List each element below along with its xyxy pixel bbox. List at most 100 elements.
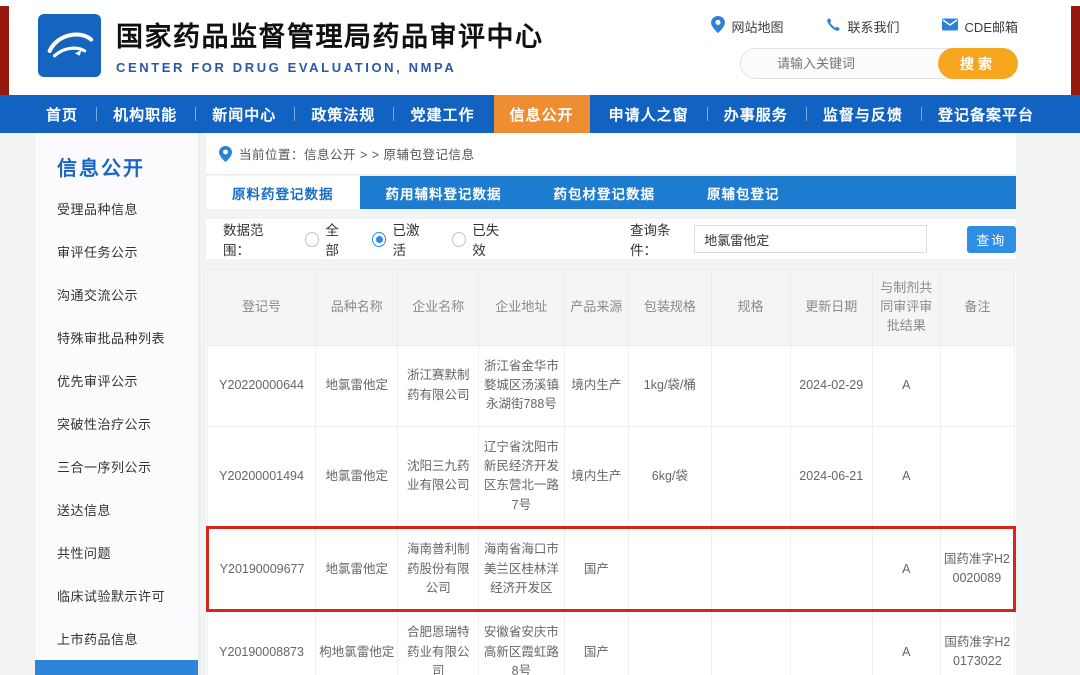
sidebar-items: 受理品种信息审评任务公示沟通交流公示特殊审批品种列表优先审评公示突破性治疗公示三…	[35, 187, 198, 675]
table-cell: 2024-02-29	[790, 345, 872, 426]
site-title: 国家药品监督管理局药品审评中心	[116, 15, 544, 54]
mail-icon	[942, 18, 958, 34]
scope-radio-group: 全部已激活已失效	[305, 219, 510, 259]
tab[interactable]: 药用辅料登记数据	[360, 176, 528, 209]
scope-radio[interactable]: 已失效	[452, 219, 510, 259]
sidebar-item[interactable]: 特殊审批品种列表	[35, 316, 198, 359]
table-cell	[711, 345, 790, 426]
sidebar-item[interactable]: 受理品种信息	[35, 187, 198, 230]
main-panel: 当前位置：信息公开 > > 原辅包登记信息 原料药登记数据药用辅料登记数据药包材…	[206, 133, 1016, 675]
table-cell: 沈阳三九药业有限公司	[398, 426, 479, 528]
tab-bar: 原料药登记数据药用辅料登记数据药包材登记数据原辅包登记	[206, 176, 1016, 209]
sidebar-item[interactable]: 突破性治疗公示	[35, 402, 198, 445]
sidebar-item[interactable]: 沟通交流公示	[35, 273, 198, 316]
table-row[interactable]: Y20190009677地氯雷他定海南普利制药股份有限公司海南省海口市美兰区桂林…	[208, 528, 1015, 611]
table-cell: 境内生产	[564, 426, 629, 528]
table-cell: Y20220000644	[208, 345, 316, 426]
table-cell: 辽宁省沈阳市新民经济开发区东营北一路7号	[479, 426, 565, 528]
table-cell: 1kg/袋/桶	[629, 345, 711, 426]
table-cell	[711, 611, 790, 675]
sidebar-item[interactable]: 优先审评公示	[35, 359, 198, 402]
table-cell: 国药准字H20173022	[940, 611, 1014, 675]
nav-item[interactable]: 监督与反馈	[807, 95, 919, 133]
sidebar-item[interactable]: 送达信息	[35, 488, 198, 531]
table-cell	[711, 528, 790, 611]
nav-item[interactable]: 申请人之窗	[593, 95, 705, 133]
search-button[interactable]: 搜索	[938, 48, 1018, 79]
top-links: 网站地图 联系我们 CDE邮箱	[711, 16, 1018, 36]
table-cell: 安徽省安庆市高新区霞虹路8号	[479, 611, 565, 675]
table-row[interactable]: Y20190008873枸地氯雷他定合肥恩瑞特药业有限公司安徽省安庆市高新区霞虹…	[208, 611, 1015, 675]
phone-icon	[826, 17, 841, 35]
sidebar-item[interactable]: 共性问题	[35, 531, 198, 574]
nav-item[interactable]: 首页	[30, 95, 94, 133]
results-table: 登记号品种名称企业名称企业地址产品来源包装规格规格更新日期与制剂共同审评审批结果…	[206, 269, 1016, 675]
table-cell: 海南省海口市美兰区桂林洋经济开发区	[479, 528, 565, 611]
top-link-phone[interactable]: 联系我们	[826, 16, 900, 36]
nav-item[interactable]: 办事服务	[708, 95, 804, 133]
table-cell: A	[872, 345, 940, 426]
table-cell: 国产	[564, 611, 629, 675]
left-edge-strip	[0, 6, 9, 95]
column-header: 登记号	[208, 270, 316, 346]
top-link-map-pin[interactable]: 网站地图	[711, 16, 784, 36]
table-cell: 合肥恩瑞特药业有限公司	[398, 611, 479, 675]
sidebar-item[interactable]: 临床试验默示许可	[35, 574, 198, 617]
sidebar-item[interactable]: 三合一序列公示	[35, 445, 198, 488]
column-header: 备注	[940, 270, 1014, 346]
radio-circle-icon	[452, 232, 466, 247]
nav-item[interactable]: 登记备案平台	[922, 95, 1050, 133]
sidebar-item[interactable]: 审评任务公示	[35, 230, 198, 273]
table-cell	[629, 528, 711, 611]
fish-swoosh-icon	[44, 20, 96, 72]
table-cell	[940, 426, 1014, 528]
map-pin-icon	[711, 16, 725, 36]
results-table-block: 登记号品种名称企业名称企业地址产品来源包装规格规格更新日期与制剂共同审评审批结果…	[206, 269, 1016, 675]
nav-item[interactable]: 信息公开	[494, 95, 590, 133]
table-cell: 6kg/袋	[629, 426, 711, 528]
top-link-mail[interactable]: CDE邮箱	[942, 16, 1018, 36]
table-cell: 地氯雷他定	[316, 528, 398, 611]
sidebar-item[interactable]: 上市药品信息	[35, 617, 198, 660]
table-cell	[790, 528, 872, 611]
query-input[interactable]	[694, 225, 926, 253]
site-header: 国家药品监督管理局药品审评中心 CENTER FOR DRUG EVALUATI…	[0, 0, 1080, 95]
nav-item[interactable]: 党建工作	[394, 95, 490, 133]
site-subtitle: CENTER FOR DRUG EVALUATION, NMPA	[116, 60, 544, 75]
table-row[interactable]: Y20200001494地氯雷他定沈阳三九药业有限公司辽宁省沈阳市新民经济开发区…	[208, 426, 1015, 528]
table-cell: A	[872, 426, 940, 528]
table-cell	[711, 426, 790, 528]
scope-label: 数据范围：	[223, 219, 287, 259]
cde-logo	[38, 14, 101, 77]
nav-item[interactable]: 新闻中心	[196, 95, 292, 133]
breadcrumb-text: 当前位置：信息公开 > > 原辅包登记信息	[239, 144, 475, 163]
breadcrumb: 当前位置：信息公开 > > 原辅包登记信息	[206, 133, 1016, 175]
table-cell	[629, 611, 711, 675]
tab[interactable]: 原辅包登记	[681, 176, 806, 209]
table-cell: 国药准字H20020089	[940, 528, 1014, 611]
tab[interactable]: 药包材登记数据	[528, 176, 682, 209]
table-header-row: 登记号品种名称企业名称企业地址产品来源包装规格规格更新日期与制剂共同审评审批结果…	[208, 270, 1015, 346]
table-cell: 地氯雷他定	[316, 426, 398, 528]
table-cell: Y20200001494	[208, 426, 316, 528]
nav-item[interactable]: 机构职能	[97, 95, 193, 133]
table-cell: 地氯雷他定	[316, 345, 398, 426]
sidebar-title: 信息公开	[35, 133, 198, 187]
table-cell	[940, 345, 1014, 426]
column-header: 规格	[711, 270, 790, 346]
column-header: 更新日期	[790, 270, 872, 346]
table-cell: 枸地氯雷他定	[316, 611, 398, 675]
query-button[interactable]: 查询	[967, 226, 1017, 253]
table-cell: Y20190008873	[208, 611, 316, 675]
scope-radio[interactable]: 已激活	[372, 219, 430, 259]
table-cell	[790, 611, 872, 675]
table-cell: 浙江省金华市婺城区汤溪镇永湖街788号	[479, 345, 565, 426]
sidebar-item[interactable]: 原辅包登记信息	[35, 660, 198, 675]
table-row[interactable]: Y20220000644地氯雷他定浙江赛默制药有限公司浙江省金华市婺城区汤溪镇永…	[208, 345, 1015, 426]
tab[interactable]: 原料药登记数据	[206, 176, 360, 209]
brand-titles: 国家药品监督管理局药品审评中心 CENTER FOR DRUG EVALUATI…	[116, 15, 544, 75]
scope-radio[interactable]: 全部	[305, 219, 350, 259]
nav-item[interactable]: 政策法规	[295, 95, 391, 133]
column-header: 企业地址	[479, 270, 565, 346]
column-header: 包装规格	[629, 270, 711, 346]
